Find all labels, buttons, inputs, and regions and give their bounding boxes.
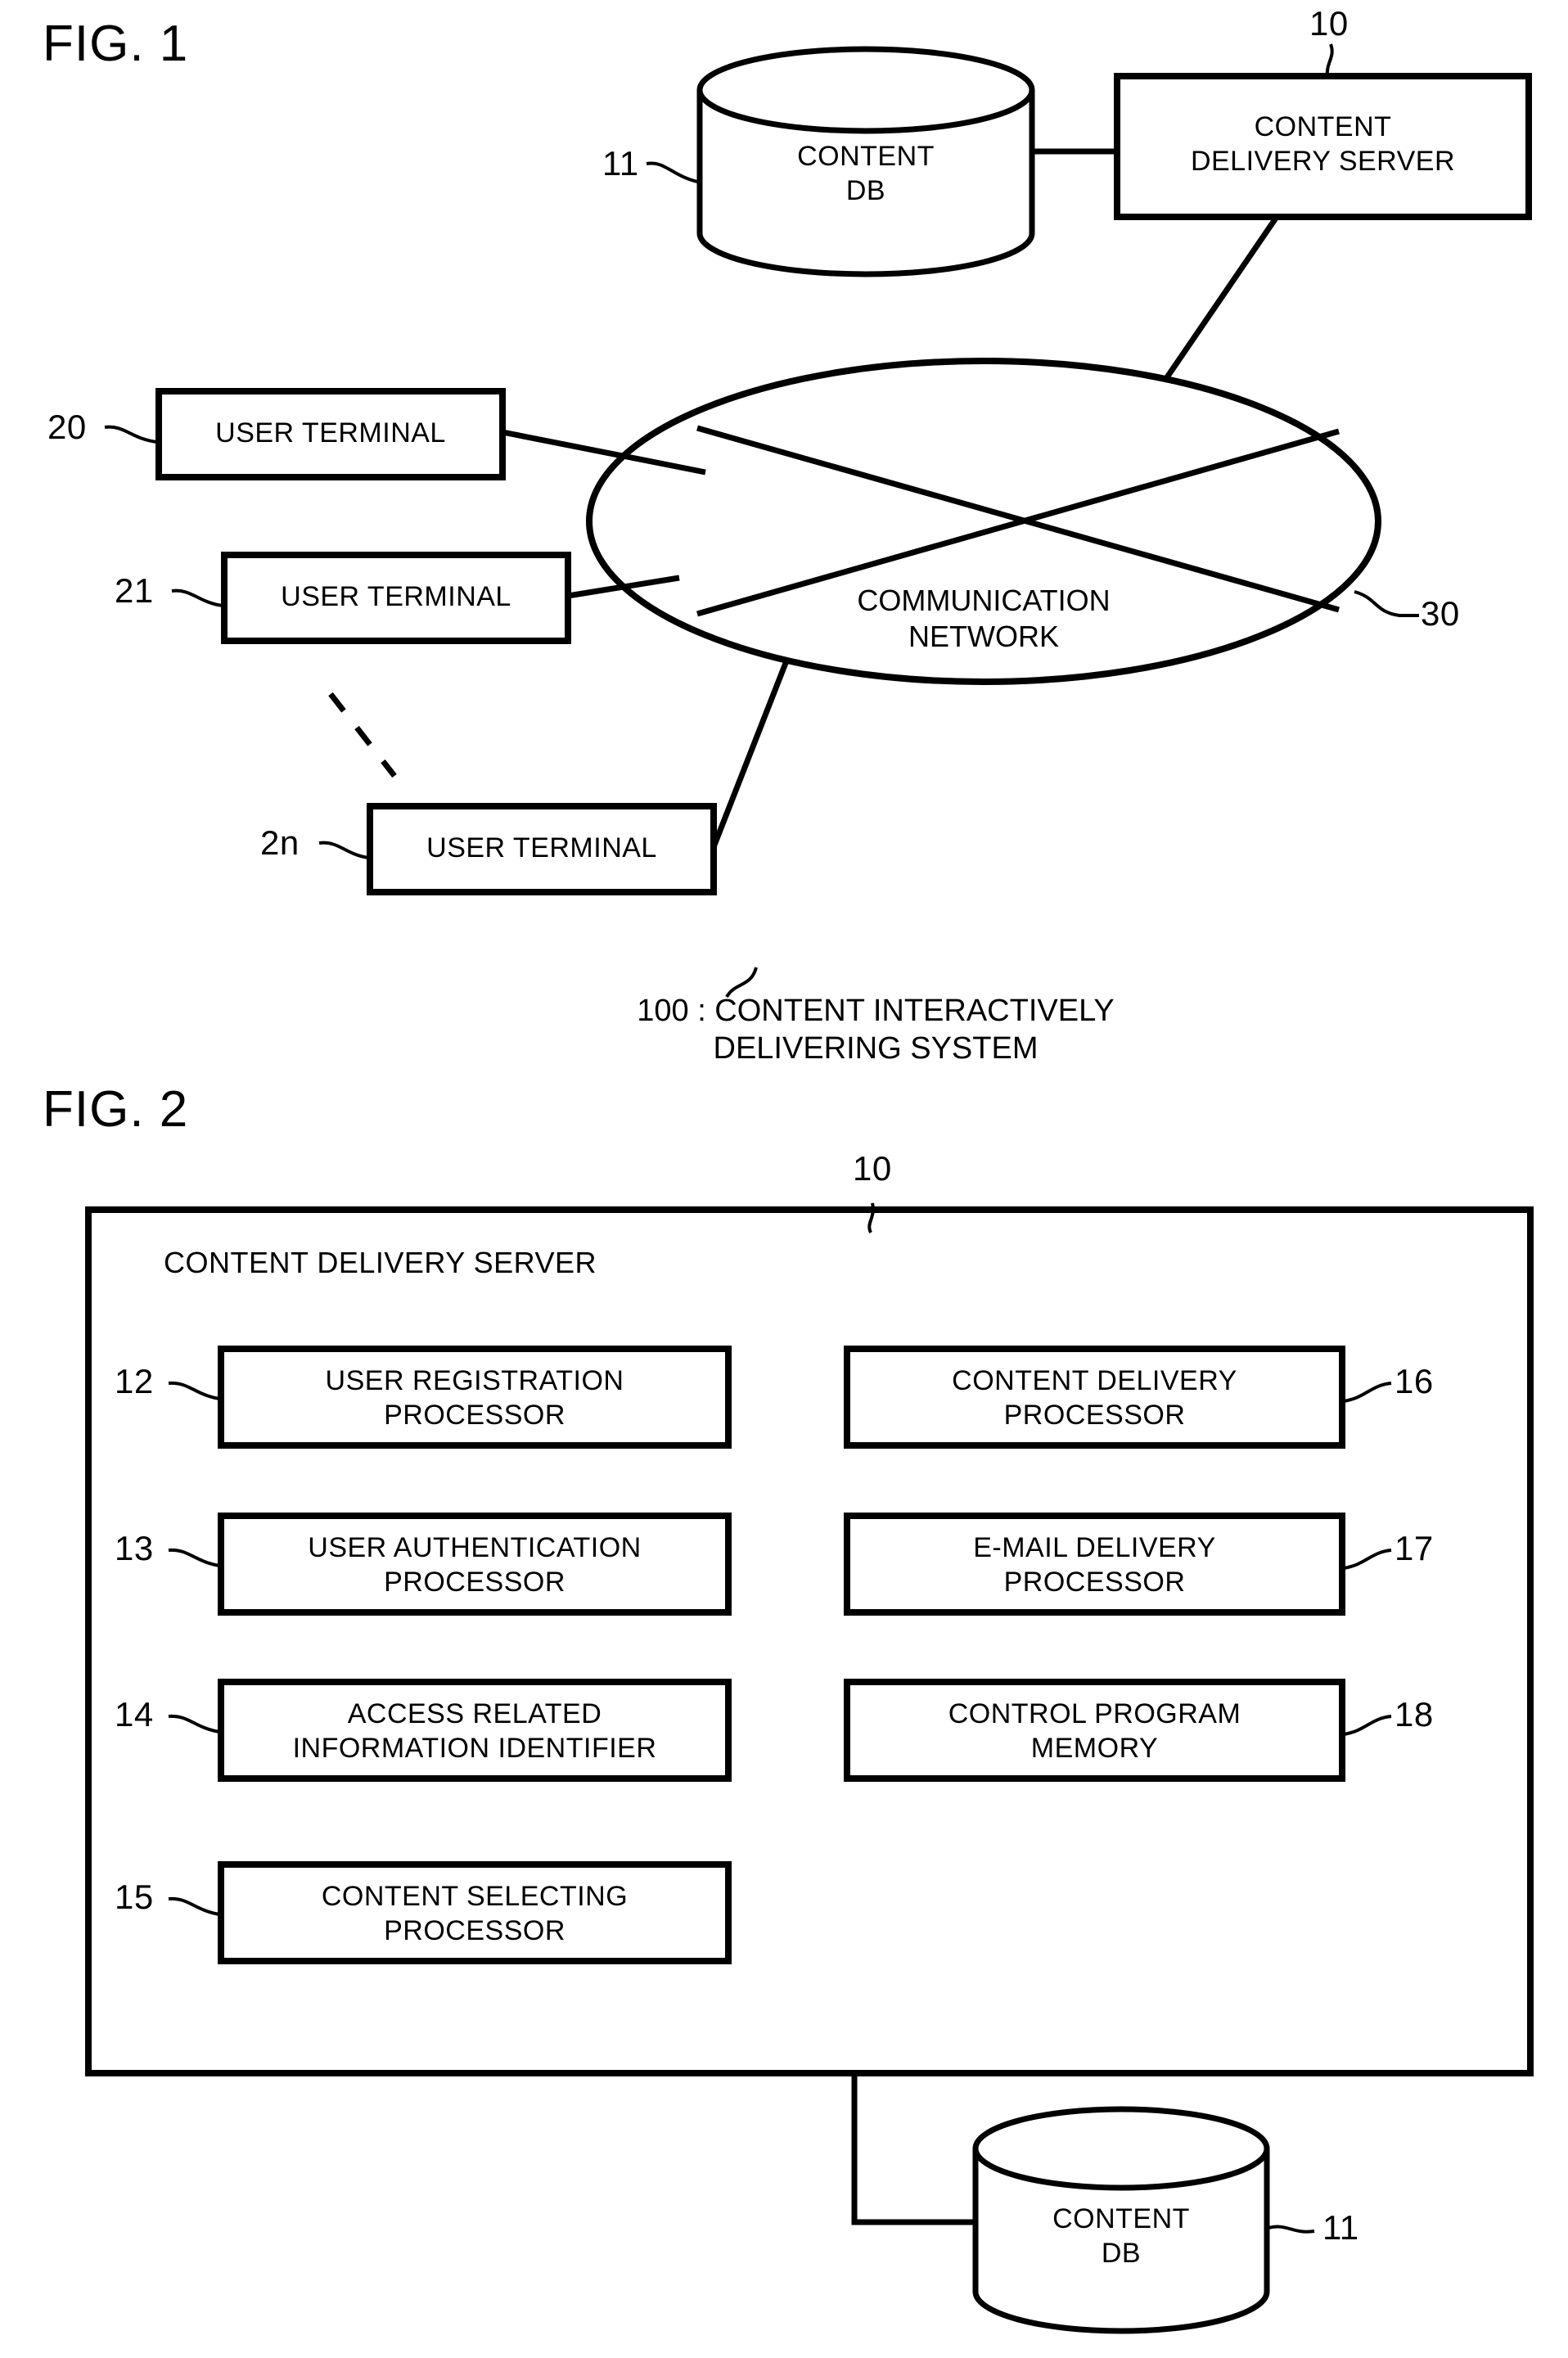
content-db-label-fig2: CONTENT DB <box>975 2202 1267 2270</box>
network-label-line1: COMMUNICATION <box>857 584 1111 617</box>
module-label-13: USER AUTHENTICATION PROCESSOR <box>221 1531 728 1599</box>
ref-tag-21: 21 <box>115 571 154 610</box>
system-caption: 100 : CONTENT INTERACTIVELY DELIVERING S… <box>507 992 1244 1067</box>
module-12-line2: PROCESSOR <box>384 1400 565 1431</box>
module-14-line1: ACCESS RELATED <box>347 1698 602 1729</box>
module-label-14: ACCESS RELATED INFORMATION IDENTIFIER <box>221 1697 728 1765</box>
module-17-line1: E-MAIL DELIVERY <box>973 1532 1216 1563</box>
ref-tag-13: 13 <box>115 1529 154 1567</box>
module-14-line2: INFORMATION IDENTIFIER <box>292 1733 657 1764</box>
module-12-line1: USER REGISTRATION <box>325 1365 624 1396</box>
network-label-line2: NETWORK <box>908 620 1059 653</box>
ref-tag-16: 16 <box>1395 1362 1434 1400</box>
delivery-server-label-line1: CONTENT <box>1254 111 1392 142</box>
figure-1-title: FIG. 1 <box>43 16 189 72</box>
terminal-ellipsis-dashes <box>328 692 397 778</box>
content-db-fig2-line1: CONTENT <box>1052 2203 1190 2234</box>
user-terminal-label-2n: USER TERMINAL <box>426 832 657 863</box>
figure-2-title: FIG. 2 <box>43 1081 189 1138</box>
ref-tag-15: 15 <box>115 1878 154 1916</box>
ref-tag-10-fig1: 10 <box>1309 4 1349 43</box>
module-13-line1: USER AUTHENTICATION <box>308 1532 642 1563</box>
content-db-label-line2: DB <box>845 175 886 206</box>
system-caption-line2: DELIVERING SYSTEM <box>713 1031 1039 1066</box>
user-terminal-label-20: USER TERMINAL <box>215 417 446 449</box>
module-18-line2: MEMORY <box>1030 1733 1159 1764</box>
server-network-link-fig1 <box>1154 215 1279 395</box>
server-title-fig2: CONTENT DELIVERY SERVER <box>164 1246 597 1279</box>
module-16-line1: CONTENT DELIVERY <box>952 1365 1237 1396</box>
ref-tag-17: 17 <box>1395 1529 1434 1567</box>
ref-tag-2n: 2n <box>260 823 300 862</box>
module-13-line2: PROCESSOR <box>384 1567 565 1598</box>
delivery-server-label-fig1: CONTENT DELIVERY SERVER <box>1117 110 1529 178</box>
ref-tag-14: 14 <box>115 1695 154 1734</box>
ref-tag-10-fig2: 10 <box>853 1149 892 1188</box>
content-db-fig2-line2: DB <box>1101 2238 1142 2269</box>
module-15-line1: CONTENT SELECTING <box>321 1881 629 1912</box>
ref-30-leader <box>1354 590 1419 617</box>
module-label-18: CONTROL PROGRAM MEMORY <box>847 1697 1342 1765</box>
delivery-server-label-line2: DELIVERY SERVER <box>1190 146 1456 177</box>
communication-network-label: COMMUNICATION NETWORK <box>779 583 1188 655</box>
ref-11-leader-fig1 <box>646 161 698 183</box>
drawing-linework <box>85 43 1534 2334</box>
module-label-12: USER REGISTRATION PROCESSOR <box>221 1364 728 1432</box>
user-terminal-label-21: USER TERMINAL <box>281 581 511 612</box>
content-db-label-fig1: CONTENT DB <box>702 139 1030 208</box>
module-17-line2: PROCESSOR <box>1003 1567 1186 1598</box>
module-label-17: E-MAIL DELIVERY PROCESSOR <box>847 1531 1342 1599</box>
ref-tag-30: 30 <box>1421 594 1460 633</box>
ref-tag-18: 18 <box>1395 1695 1434 1734</box>
ref-tag-11-fig2: 11 <box>1322 2208 1359 2247</box>
ref-tag-20: 20 <box>47 408 87 446</box>
module-16-line2: PROCESSOR <box>1003 1400 1186 1431</box>
module-18-line1: CONTROL PROGRAM <box>948 1698 1241 1729</box>
module-15-line2: PROCESSOR <box>384 1915 565 1946</box>
server-db-connector-fig2 <box>851 2073 975 2225</box>
ref-tag-11-fig1: 11 <box>602 144 639 183</box>
ref-tag-12: 12 <box>115 1362 154 1400</box>
system-caption-line1: 100 : CONTENT INTERACTIVELY <box>637 994 1115 1028</box>
module-label-16: CONTENT DELIVERY PROCESSOR <box>847 1364 1342 1432</box>
ref-10-leader-fig1 <box>1325 43 1334 78</box>
module-label-15: CONTENT SELECTING PROCESSOR <box>221 1879 728 1948</box>
patent-drawing-sheet: FIG. 1 CONTENT DB 11 CONTENT DELIVERY SE… <box>0 0 1568 2358</box>
ref-11-leader-fig2 <box>1268 2225 1315 2234</box>
content-db-label-line1: CONTENT <box>797 141 935 172</box>
